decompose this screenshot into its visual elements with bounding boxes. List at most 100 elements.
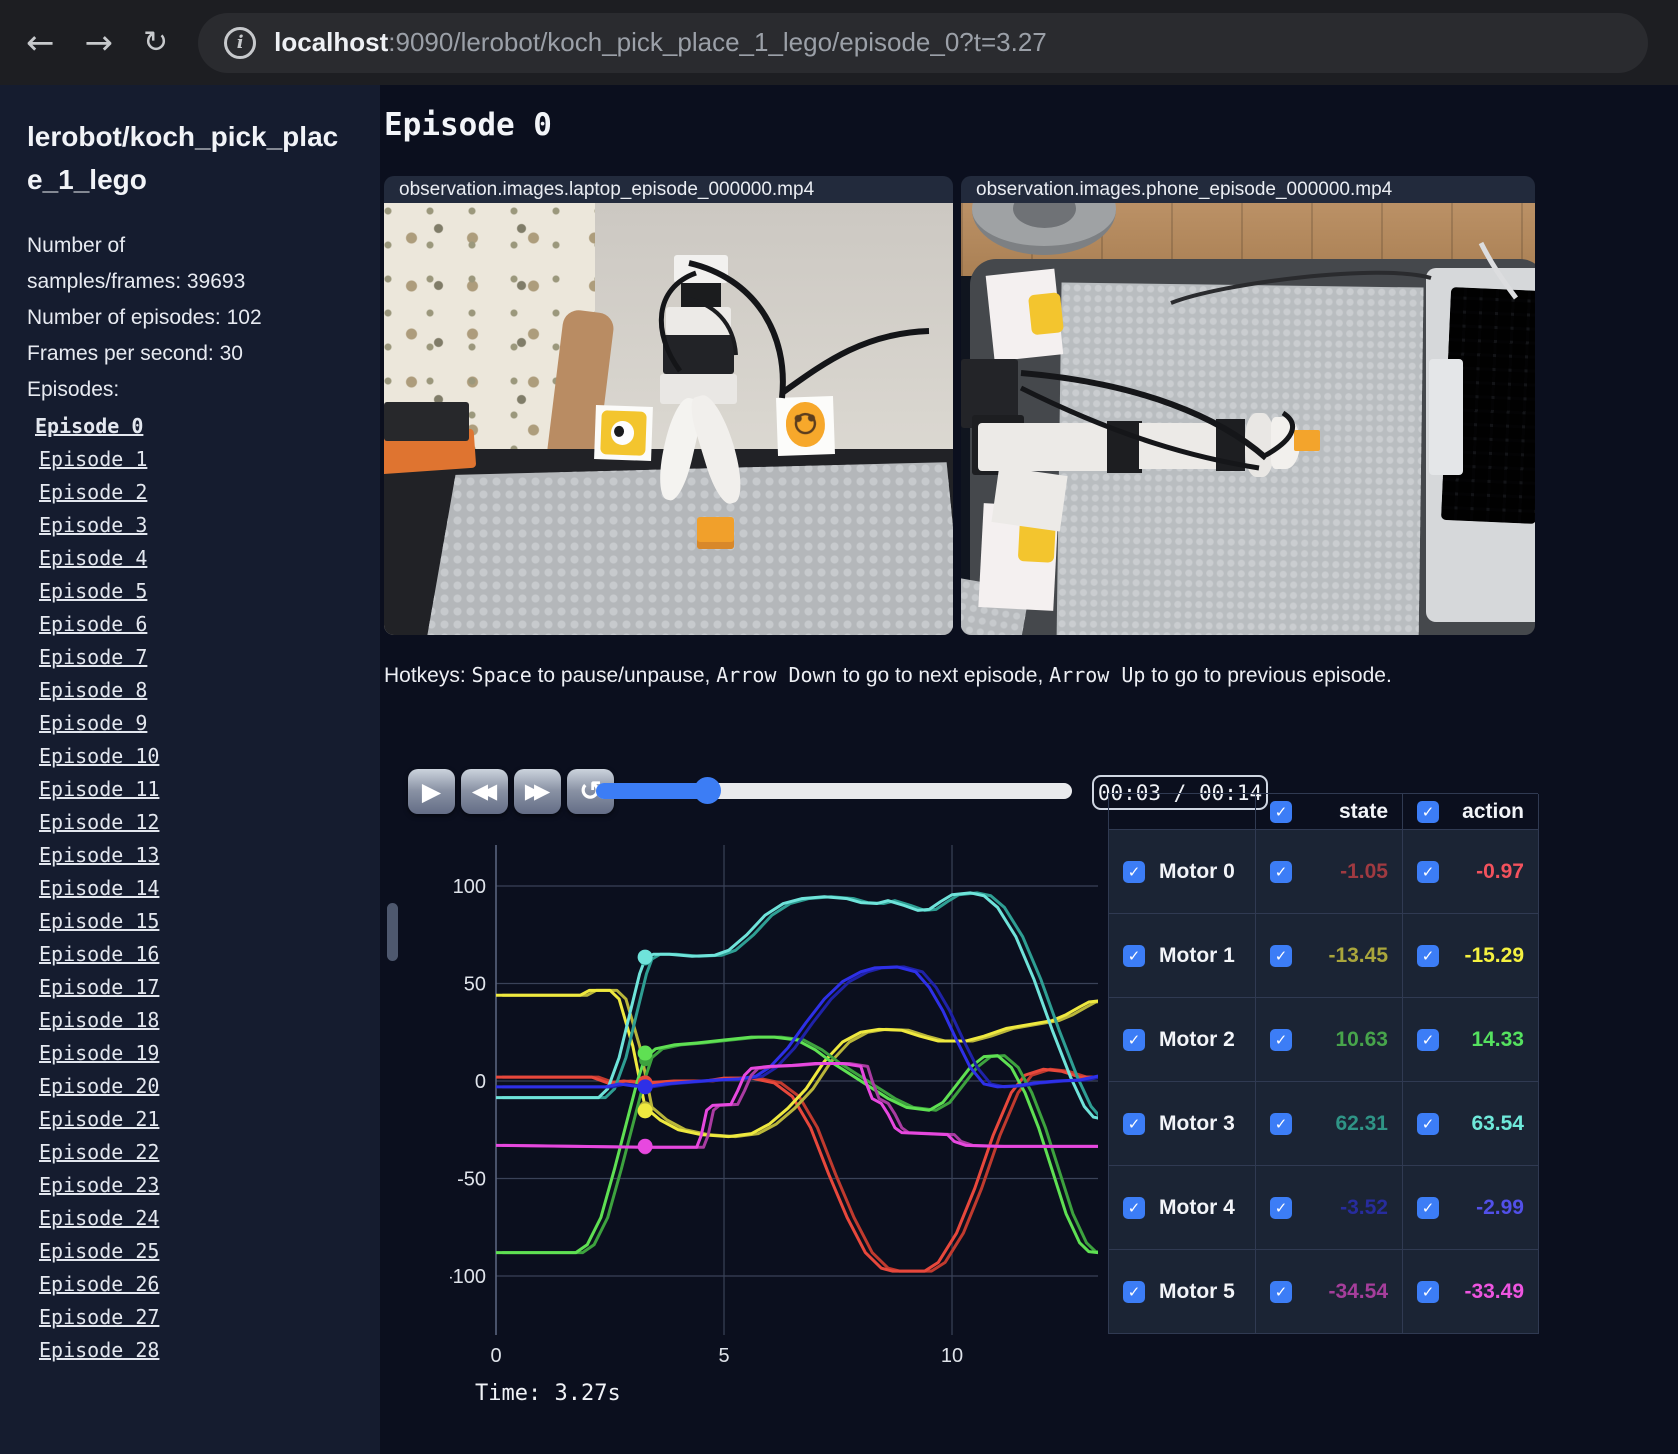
svg-text:5: 5 (718, 1345, 729, 1367)
episode-link[interactable]: Episode 23 (39, 1173, 159, 1197)
motor-checkbox[interactable]: ✓ (1123, 860, 1145, 883)
episode-link[interactable]: Episode 13 (39, 843, 159, 867)
seek-slider-fill (596, 783, 708, 799)
episode-link-item: Episode 12 (27, 805, 380, 838)
episode-link[interactable]: Episode 8 (39, 678, 147, 702)
site-info-icon[interactable]: i (224, 26, 257, 59)
episode-link[interactable]: Episode 22 (39, 1140, 159, 1164)
episode-link[interactable]: Episode 15 (39, 909, 159, 933)
action-checkbox[interactable]: ✓ (1417, 860, 1439, 883)
motor-checkbox[interactable]: ✓ (1123, 1028, 1145, 1051)
episode-link[interactable]: Episode 28 (39, 1338, 159, 1362)
state-select-all-checkbox[interactable]: ✓ (1270, 800, 1292, 823)
motor-label: Motor 0 (1159, 859, 1235, 883)
episode-link[interactable]: Episode 0 (35, 414, 143, 438)
seek-slider[interactable] (596, 777, 1072, 804)
state-checkbox[interactable]: ✓ (1270, 1280, 1292, 1303)
motor-state-cell: ✓ 62.31 (1256, 1082, 1403, 1166)
hotkey-text: to go to next episode, (836, 664, 1050, 687)
seek-slider-thumb[interactable] (694, 777, 722, 804)
episode-link[interactable]: Episode 14 (39, 876, 159, 900)
motor-checkbox[interactable]: ✓ (1123, 1196, 1145, 1219)
episode-link[interactable]: Episode 2 (39, 480, 147, 504)
episode-link-item: Episode 8 (27, 673, 380, 706)
motor-action-cell: ✓ -15.29 (1403, 914, 1539, 998)
video-laptop[interactable] (384, 203, 953, 635)
svg-text:0: 0 (475, 1071, 486, 1093)
motor-checkbox[interactable]: ✓ (1123, 1112, 1145, 1135)
state-checkbox[interactable]: ✓ (1270, 860, 1292, 883)
hotkey-key: Space (471, 663, 532, 687)
episode-link[interactable]: Episode 3 (39, 513, 147, 537)
action-select-all-checkbox[interactable]: ✓ (1417, 800, 1439, 823)
episode-link[interactable]: Episode 5 (39, 579, 147, 603)
action-checkbox[interactable]: ✓ (1417, 1196, 1439, 1219)
episode-link-item: Episode 15 (27, 904, 380, 937)
motor-checkbox[interactable]: ✓ (1123, 1280, 1145, 1303)
motor-label: Motor 4 (1159, 1195, 1235, 1219)
fast-forward-button[interactable]: ▶▶ (514, 769, 561, 814)
episode-link[interactable]: Episode 9 (39, 711, 147, 735)
action-checkbox[interactable]: ✓ (1417, 1112, 1439, 1135)
episode-link-item: Episode 24 (27, 1201, 380, 1234)
table-header-action: ✓ action (1403, 794, 1539, 830)
episode-link[interactable]: Episode 24 (39, 1206, 159, 1230)
scrollbar-thumb[interactable] (387, 903, 398, 961)
episode-link-item: Episode 28 (27, 1333, 380, 1366)
episode-link[interactable]: Episode 7 (39, 645, 147, 669)
back-icon[interactable]: ← (26, 26, 55, 60)
rewind-button[interactable]: ◀◀ (461, 769, 508, 814)
cables-graphic (1019, 241, 1519, 471)
video-phone[interactable] (961, 203, 1535, 635)
motor-row-label-cell: ✓ Motor 4 (1109, 1166, 1256, 1250)
address-bar[interactable]: i localhost:9090/lerobot/koch_pick_place… (198, 12, 1648, 73)
reload-icon[interactable]: ↻ (143, 27, 168, 58)
episode-link[interactable]: Episode 21 (39, 1107, 159, 1131)
motor-checkbox[interactable]: ✓ (1123, 944, 1145, 967)
episode-link-item: Episode 13 (27, 838, 380, 871)
table-header-state: ✓ state (1256, 794, 1403, 830)
play-button[interactable]: ▶ (408, 769, 455, 814)
episode-link[interactable]: Episode 17 (39, 975, 159, 999)
motor-state-cell: ✓ -3.52 (1256, 1166, 1403, 1250)
episode-link[interactable]: Episode 25 (39, 1239, 159, 1263)
motor-label: Motor 5 (1159, 1279, 1235, 1303)
episode-link[interactable]: Episode 12 (39, 810, 159, 834)
motor-action-cell: ✓ -33.49 (1403, 1250, 1539, 1334)
episode-link[interactable]: Episode 18 (39, 1008, 159, 1032)
action-checkbox[interactable]: ✓ (1417, 944, 1439, 967)
episode-link[interactable]: Episode 6 (39, 612, 147, 636)
state-checkbox[interactable]: ✓ (1270, 1028, 1292, 1051)
episode-link[interactable]: Episode 1 (39, 447, 147, 471)
svg-text:-100: -100 (450, 1266, 486, 1288)
motor-state-cell: ✓ -13.45 (1256, 914, 1403, 998)
state-checkbox[interactable]: ✓ (1270, 944, 1292, 967)
motor-state-value: -13.45 (1328, 943, 1388, 967)
episode-link[interactable]: Episode 16 (39, 942, 159, 966)
episode-link[interactable]: Episode 4 (39, 546, 147, 570)
episode-link-item: Episode 17 (27, 970, 380, 1003)
state-checkbox[interactable]: ✓ (1270, 1112, 1292, 1135)
forward-icon[interactable]: → (85, 26, 114, 60)
episode-link[interactable]: Episode 27 (39, 1305, 159, 1329)
episode-link-item: Episode 16 (27, 937, 380, 970)
motor-row-label-cell: ✓ Motor 3 (1109, 1082, 1256, 1166)
motor-row-label-cell: ✓ Motor 2 (1109, 998, 1256, 1082)
svg-text:-50: -50 (457, 1169, 486, 1191)
episode-link-item: Episode 27 (27, 1300, 380, 1333)
episode-link-item: Episode 26 (27, 1267, 380, 1300)
main-content: Episode 0 observation.images.laptop_epis… (380, 85, 1678, 1454)
action-checkbox[interactable]: ✓ (1417, 1280, 1439, 1303)
action-checkbox[interactable]: ✓ (1417, 1028, 1439, 1051)
episode-link[interactable]: Episode 10 (39, 744, 159, 768)
episode-link[interactable]: Episode 26 (39, 1272, 159, 1296)
episode-link[interactable]: Episode 19 (39, 1041, 159, 1065)
motor-row-label-cell: ✓ Motor 1 (1109, 914, 1256, 998)
episode-link[interactable]: Episode 20 (39, 1074, 159, 1098)
episodes-heading: Episodes: (27, 378, 120, 401)
episode-link[interactable]: Episode 11 (39, 777, 159, 801)
motor-label: Motor 2 (1159, 1027, 1235, 1051)
motor-state-value: 10.63 (1335, 1027, 1388, 1051)
state-checkbox[interactable]: ✓ (1270, 1196, 1292, 1219)
motor-state-value: -3.52 (1340, 1195, 1388, 1219)
